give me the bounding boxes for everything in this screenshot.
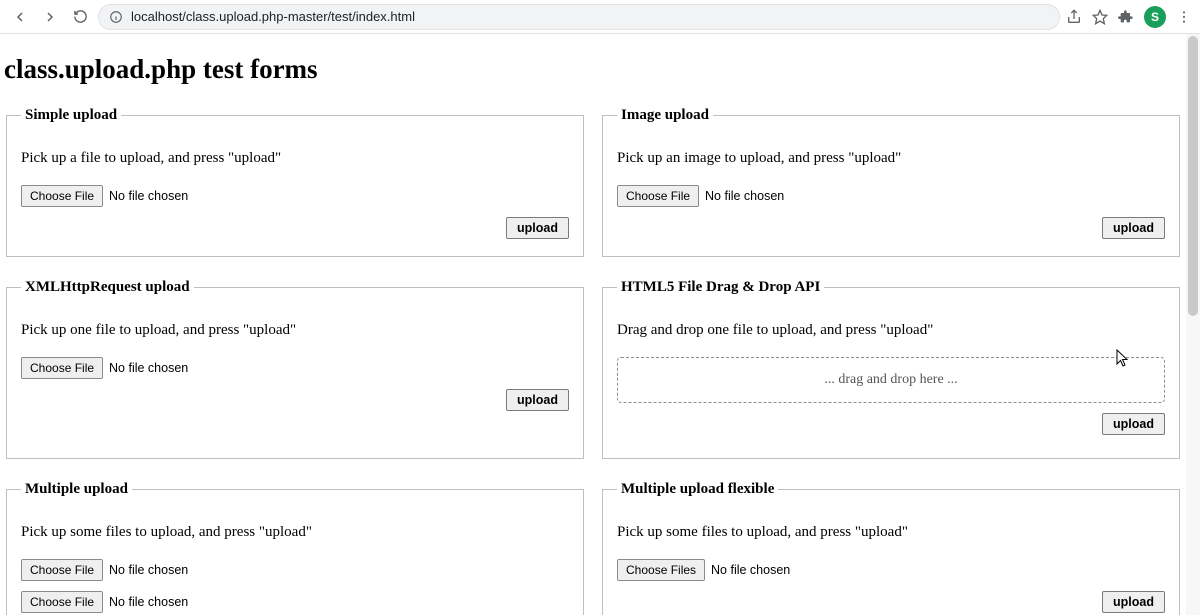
profile-avatar[interactable]: S	[1144, 6, 1166, 28]
panel-multiple-upload: Multiple upload Pick up some files to up…	[6, 481, 584, 615]
back-button[interactable]	[8, 5, 32, 29]
share-icon[interactable]	[1066, 9, 1082, 25]
address-bar[interactable]: localhost/class.upload.php-master/test/i…	[98, 4, 1060, 30]
choose-file-button[interactable]: Choose File	[21, 559, 103, 581]
page-viewport: class.upload.php test forms Simple uploa…	[0, 34, 1186, 615]
reload-button[interactable]	[68, 5, 92, 29]
choose-files-button[interactable]: Choose Files	[617, 559, 705, 581]
panel-description: Pick up one file to upload, and press "u…	[21, 322, 569, 339]
file-status-text: No file chosen	[705, 189, 784, 203]
panel-description: Pick up a file to upload, and press "upl…	[21, 150, 569, 167]
dropzone[interactable]: ... drag and drop here ...	[617, 357, 1165, 403]
panel-description: Drag and drop one file to upload, and pr…	[617, 322, 1165, 339]
panel-multiple-upload-flexible: Multiple upload flexible Pick up some fi…	[602, 481, 1180, 615]
kebab-menu-icon[interactable]	[1176, 9, 1192, 25]
panel-description: Pick up some files to upload, and press …	[21, 524, 569, 541]
upload-button[interactable]: upload	[1102, 591, 1165, 613]
avatar-letter: S	[1151, 10, 1159, 24]
panel-legend: Multiple upload flexible	[617, 481, 778, 498]
scrollbar-thumb[interactable]	[1188, 36, 1198, 316]
vertical-scrollbar[interactable]	[1186, 34, 1200, 615]
url-text: localhost/class.upload.php-master/test/i…	[131, 9, 415, 24]
panel-simple-upload: Simple upload Pick up a file to upload, …	[6, 107, 584, 257]
file-status-text: No file chosen	[109, 563, 188, 577]
upload-button[interactable]: upload	[506, 217, 569, 239]
browser-toolbar: localhost/class.upload.php-master/test/i…	[0, 0, 1200, 34]
file-status-text: No file chosen	[109, 361, 188, 375]
file-status-text: No file chosen	[109, 189, 188, 203]
upload-button[interactable]: upload	[506, 389, 569, 411]
page-title: class.upload.php test forms	[4, 54, 1182, 85]
upload-button[interactable]: upload	[1102, 413, 1165, 435]
panel-xhr-upload: XMLHttpRequest upload Pick up one file t…	[6, 279, 584, 459]
bookmark-star-icon[interactable]	[1092, 9, 1108, 25]
extensions-icon[interactable]	[1118, 9, 1134, 25]
file-status-text: No file chosen	[109, 595, 188, 609]
panel-legend: Multiple upload	[21, 481, 132, 498]
panel-description: Pick up an image to upload, and press "u…	[617, 150, 1165, 167]
upload-button[interactable]: upload	[1102, 217, 1165, 239]
panel-description: Pick up some files to upload, and press …	[617, 524, 1165, 541]
file-status-text: No file chosen	[711, 563, 790, 577]
panel-legend: Simple upload	[21, 107, 121, 124]
panel-image-upload: Image upload Pick up an image to upload,…	[602, 107, 1180, 257]
site-info-icon[interactable]	[109, 10, 123, 24]
panel-legend: Image upload	[617, 107, 713, 124]
panel-legend: XMLHttpRequest upload	[21, 279, 194, 296]
choose-file-button[interactable]: Choose File	[21, 357, 103, 379]
forward-button[interactable]	[38, 5, 62, 29]
panel-drag-drop: HTML5 File Drag & Drop API Drag and drop…	[602, 279, 1180, 459]
choose-file-button[interactable]: Choose File	[617, 185, 699, 207]
choose-file-button[interactable]: Choose File	[21, 591, 103, 613]
choose-file-button[interactable]: Choose File	[21, 185, 103, 207]
panel-legend: HTML5 File Drag & Drop API	[617, 279, 824, 296]
